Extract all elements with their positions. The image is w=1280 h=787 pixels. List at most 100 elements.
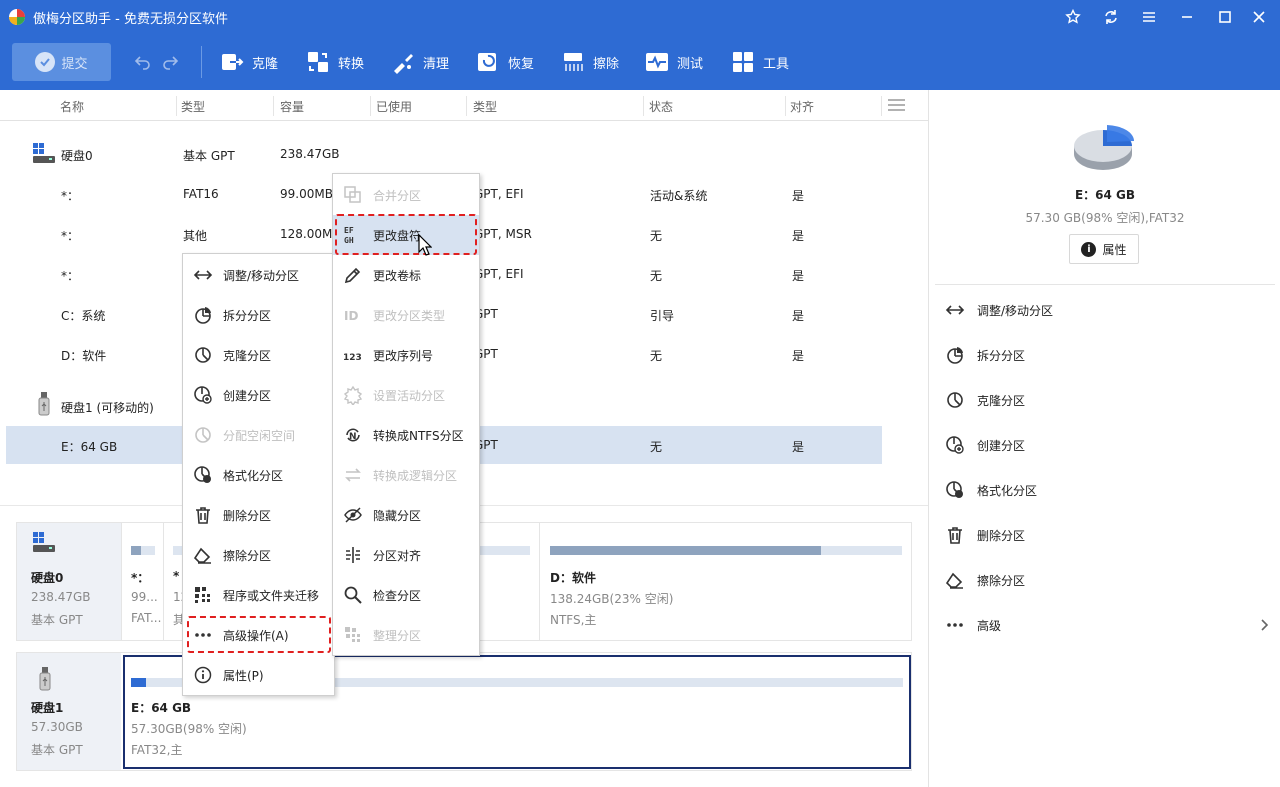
col-capacity[interactable]: 容量 — [280, 98, 304, 115]
usage-fill — [550, 546, 822, 555]
format-icon — [194, 466, 211, 483]
table-row[interactable]: 硬盘0 基本 GPT 238.47GB — [6, 134, 882, 174]
row-align: 是 — [792, 440, 805, 454]
clone-icon — [222, 54, 244, 70]
col-status[interactable]: 状态 — [649, 98, 673, 115]
maximize-button[interactable] — [1211, 5, 1239, 29]
side-op-label: 拆分分区 — [977, 348, 1026, 363]
col-separator — [273, 96, 274, 116]
split-icon — [195, 307, 211, 324]
row-name: E：64 GB — [61, 440, 118, 454]
undo-icon[interactable] — [133, 52, 153, 72]
convert-icon — [308, 52, 328, 72]
col-type[interactable]: 类型 — [181, 98, 205, 115]
submenu-item-change-serial[interactable]: 123 更改序列号 — [333, 335, 479, 375]
submenu-item-change-label[interactable]: 更改卷标 — [333, 255, 479, 295]
resize-icon — [193, 270, 213, 280]
svg-text:123: 123 — [343, 353, 362, 363]
partition-block-d[interactable]: D：软件 138.24GB(23% 空闲) NTFS,主 — [539, 523, 911, 640]
menu-button[interactable] — [1135, 5, 1163, 29]
refresh-button[interactable] — [1097, 5, 1125, 29]
partition-size: 57.30GB(98% 空闲) — [131, 722, 247, 736]
wipe-button[interactable]: 擦除 — [561, 46, 619, 78]
test-button[interactable]: 测试 — [645, 46, 703, 78]
submenu-item-convert-ntfs[interactable]: N 转换成NTFS分区 — [333, 415, 479, 455]
submenu-item-set-active: 设置活动分区 — [333, 375, 479, 415]
col-align[interactable]: 对齐 — [790, 98, 814, 115]
toolbar: 提交 克隆 转换 清理 恢复 擦除 测试 工具 — [0, 34, 1280, 90]
row-capacity: 238.47GB — [280, 147, 340, 161]
favorite-button[interactable] — [1059, 5, 1087, 29]
side-op-advanced[interactable]: 高级 — [945, 615, 1269, 635]
row-ptype: GPT, EFI — [474, 187, 524, 201]
pencil-icon — [344, 267, 361, 284]
menu-item-properties[interactable]: 属性(P) — [183, 655, 334, 695]
row-type: 基本 GPT — [183, 149, 235, 163]
window-title: 傲梅分区助手 - 免费无损分区软件 — [33, 12, 228, 27]
menu-item-app-migrate[interactable]: 程序或文件夹迁移 — [183, 575, 334, 615]
app-logo-icon — [9, 9, 25, 25]
col-used[interactable]: 已使用 — [376, 98, 412, 115]
row-type: FAT16 — [183, 187, 219, 201]
info-icon — [194, 666, 212, 684]
hide-icon — [344, 507, 362, 523]
recover-icon — [478, 53, 496, 71]
submenu-item-hide[interactable]: 隐藏分区 — [333, 495, 479, 535]
menu-item-format[interactable]: 格式化分区 — [183, 455, 334, 495]
disk0-info[interactable]: 硬盘0 238.47GB 基本 GPT — [17, 523, 121, 640]
row-status: 无 — [650, 229, 663, 243]
side-op-clone[interactable]: 克隆分区 — [945, 390, 1025, 410]
disk1-name: 硬盘1 — [31, 701, 64, 715]
properties-button[interactable]: i 属性 — [1069, 234, 1139, 264]
usage-bar — [550, 546, 902, 555]
col-separator — [466, 96, 467, 116]
clone-button[interactable]: 克隆 — [220, 46, 278, 78]
row-name: 硬盘1 (可移动的) — [61, 401, 154, 415]
partition-pie-icon — [1074, 125, 1134, 170]
menu-item-split[interactable]: 拆分分区 — [183, 295, 334, 335]
col-ptype[interactable]: 类型 — [473, 98, 497, 115]
side-op-delete[interactable]: 删除分区 — [945, 525, 1025, 545]
disk0-name: 硬盘0 — [31, 571, 64, 585]
row-type: 其他 — [183, 229, 208, 243]
row-align: 是 — [792, 349, 805, 363]
column-settings-icon[interactable] — [888, 98, 905, 112]
side-op-resize[interactable]: 调整/移动分区 — [945, 300, 1053, 320]
menu-item-wipe[interactable]: 擦除分区 — [183, 535, 334, 575]
side-op-label: 克隆分区 — [977, 393, 1026, 408]
partition-block[interactable]: *： 99... FAT... — [121, 523, 163, 640]
recover-button[interactable]: 恢复 — [476, 46, 534, 78]
partition-name: E：64 GB — [131, 701, 192, 715]
col-name[interactable]: 名称 — [60, 98, 84, 115]
menu-item-label: 擦除分区 — [223, 548, 272, 563]
minimize-button[interactable] — [1173, 5, 1201, 29]
menu-item-label: 拆分分区 — [223, 308, 272, 323]
submit-button[interactable]: 提交 — [12, 43, 111, 81]
clean-button[interactable]: 清理 — [391, 46, 449, 78]
menu-item-create[interactable]: 创建分区 — [183, 375, 334, 415]
col-separator — [881, 96, 882, 116]
properties-label: 属性 — [1102, 242, 1127, 257]
col-separator — [785, 96, 786, 116]
id-icon: ID — [344, 309, 358, 323]
close-button[interactable] — [1245, 5, 1273, 29]
menu-item-clone[interactable]: 克隆分区 — [183, 335, 334, 375]
side-op-label: 删除分区 — [977, 528, 1026, 543]
side-op-create[interactable]: 创建分区 — [945, 435, 1025, 455]
migrate-icon — [195, 587, 210, 603]
disk1-info[interactable]: 硬盘1 57.30GB 基本 GPT — [17, 653, 121, 770]
row-align: 是 — [792, 269, 805, 283]
submenu-item-check[interactable]: 检查分区 — [333, 575, 479, 615]
menu-item-label: 程序或文件夹迁移 — [223, 588, 320, 603]
side-op-format[interactable]: 格式化分区 — [945, 480, 1037, 500]
convert-button[interactable]: 转换 — [306, 46, 364, 78]
usb-disk-icon — [39, 667, 51, 691]
submenu-item-convert-logical: 转换成逻辑分区 — [333, 455, 479, 495]
menu-item-delete[interactable]: 删除分区 — [183, 495, 334, 535]
redo-icon[interactable] — [160, 52, 180, 72]
side-op-wipe[interactable]: 擦除分区 — [945, 570, 1025, 590]
submenu-item-align[interactable]: 分区对齐 — [333, 535, 479, 575]
tools-button[interactable]: 工具 — [731, 46, 789, 78]
menu-item-resize[interactable]: 调整/移动分区 — [183, 255, 334, 295]
side-op-split[interactable]: 拆分分区 — [945, 345, 1025, 365]
